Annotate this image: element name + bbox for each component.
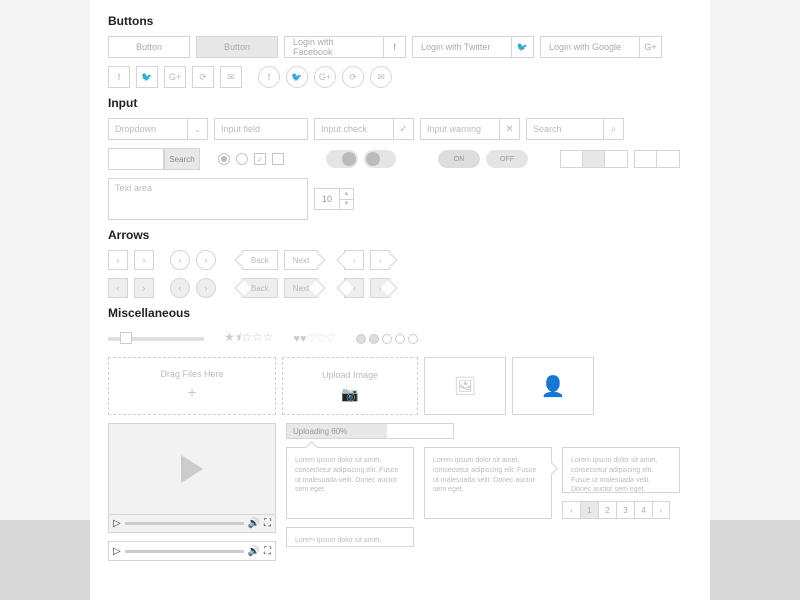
arrow-right-icon[interactable]: › [134, 250, 154, 270]
fullscreen-icon[interactable]: ⛶ [264, 518, 271, 529]
dropdown[interactable]: Dropdown⌄ [108, 118, 208, 140]
search-button[interactable]: Search [164, 148, 200, 170]
search-input[interactable] [108, 148, 164, 170]
arrow-left-icon[interactable]: ‹ [170, 278, 190, 298]
image-placeholder: 🖼 [424, 357, 506, 415]
image-upload[interactable]: Upload Image📷 [282, 357, 418, 415]
google-icon[interactable]: G+ [314, 66, 336, 88]
step-down-icon[interactable]: ▼ [340, 200, 353, 210]
pagination[interactable]: ‹ 1 2 3 4 › [562, 501, 680, 519]
rss-icon[interactable]: ⟳ [192, 66, 214, 88]
twitter-icon[interactable]: 🐦 [512, 36, 534, 58]
dot-rating[interactable] [356, 334, 418, 344]
input-valid[interactable]: Input check✓ [314, 118, 414, 140]
camera-icon: 📷 [341, 386, 358, 403]
toggle-off-labeled[interactable]: OFF [486, 150, 528, 168]
arrow-left-icon[interactable]: ‹ [344, 250, 364, 270]
search-icon[interactable]: ⌕ [604, 118, 624, 140]
arrow-left-icon[interactable]: ‹ [108, 250, 128, 270]
page-next[interactable]: › [652, 501, 670, 519]
heart-rating[interactable]: ♥♥♡♡♡ [293, 332, 336, 345]
button-secondary[interactable]: Button [196, 36, 278, 58]
toggle-on[interactable] [326, 150, 358, 168]
mail-icon[interactable]: ✉ [370, 66, 392, 88]
check-icon: ✓ [393, 119, 413, 139]
arrow-left-icon[interactable]: ‹ [108, 278, 128, 298]
chevron-down-icon: ⌄ [187, 119, 207, 139]
radio-unchecked[interactable] [236, 153, 248, 165]
next-button[interactable]: Next [284, 250, 318, 270]
arrow-right-icon[interactable]: › [196, 250, 216, 270]
search-input[interactable]: Search [526, 118, 604, 140]
facebook-icon[interactable]: f [108, 66, 130, 88]
file-dropzone[interactable]: Drag Files Here+ [108, 357, 276, 415]
arrow-right-icon[interactable]: › [370, 278, 390, 298]
rss-icon[interactable]: ⟳ [342, 66, 364, 88]
section-input: Input [108, 96, 692, 110]
play-small-icon[interactable]: ▷ [113, 518, 121, 529]
tooltip-left: Lorem ipsum dolor sit amet, consectetur … [562, 447, 680, 493]
arrow-left-icon[interactable]: ‹ [170, 250, 190, 270]
google-icon[interactable]: G+ [164, 66, 186, 88]
back-button[interactable]: Back [242, 278, 278, 298]
twitter-icon[interactable]: 🐦 [136, 66, 158, 88]
page-4[interactable]: 4 [634, 501, 652, 519]
arrow-right-icon[interactable]: › [370, 250, 390, 270]
button-default[interactable]: Button [108, 36, 190, 58]
volume-icon[interactable]: 🔊 [248, 518, 260, 529]
video-player[interactable]: ▷ 🔊 ⛶ [108, 423, 276, 533]
back-button[interactable]: Back [242, 250, 278, 270]
checkbox-unchecked[interactable] [272, 153, 284, 165]
facebook-icon[interactable]: f [258, 66, 280, 88]
segmented-control[interactable] [634, 150, 680, 168]
play-icon[interactable] [181, 455, 203, 483]
arrow-right-icon[interactable]: › [196, 278, 216, 298]
checkbox-checked[interactable]: ✓ [254, 153, 266, 165]
progress-bar[interactable] [125, 522, 244, 525]
progress-bar[interactable] [125, 550, 244, 553]
input-warning[interactable]: Input warning✕ [420, 118, 520, 140]
arrow-left-icon[interactable]: ‹ [344, 278, 364, 298]
page-2[interactable]: 2 [598, 501, 616, 519]
google-icon[interactable]: G+ [640, 36, 662, 58]
page-1[interactable]: 1 [580, 501, 598, 519]
login-twitter-button[interactable]: Login with Twitter [412, 36, 512, 58]
step-up-icon[interactable]: ▲ [340, 189, 353, 200]
text-input[interactable]: Input field [214, 118, 308, 140]
next-button[interactable]: Next [284, 278, 318, 298]
mail-icon[interactable]: ✉ [220, 66, 242, 88]
slider[interactable] [108, 337, 204, 341]
facebook-icon[interactable]: f [384, 36, 406, 58]
upload-progress: Uploading 60% [286, 423, 454, 439]
section-arrows: Arrows [108, 228, 692, 242]
volume-icon[interactable]: 🔊 [248, 546, 260, 557]
plus-icon: + [187, 385, 196, 403]
tooltip-top: Lorem ipsum dolor sit amet, consectetur … [286, 447, 414, 519]
audio-player[interactable]: ▷ 🔊 ⛶ [108, 541, 276, 561]
toggle-on-labeled[interactable]: ON [438, 150, 480, 168]
number-stepper[interactable]: 10▲▼ [314, 188, 354, 210]
login-google-button[interactable]: Login with Google [540, 36, 640, 58]
radio-checked[interactable] [218, 153, 230, 165]
textarea[interactable]: Text area [108, 178, 308, 220]
segmented-control[interactable] [560, 150, 628, 168]
avatar-placeholder: 👤 [512, 357, 594, 415]
tooltip-right: Lorem ipsum dolor sit amet, consectetur … [424, 447, 552, 519]
section-buttons: Buttons [108, 14, 692, 28]
play-small-icon[interactable]: ▷ [113, 546, 121, 557]
twitter-icon[interactable]: 🐦 [286, 66, 308, 88]
page-3[interactable]: 3 [616, 501, 634, 519]
tooltip-bottom: Lorem ipsum dolor sit amet, consectetur … [286, 527, 414, 547]
star-rating[interactable]: ★⯨☆☆☆ [224, 328, 273, 349]
section-misc: Miscellaneous [108, 306, 692, 320]
arrow-right-icon[interactable]: › [134, 278, 154, 298]
fullscreen-icon[interactable]: ⛶ [264, 546, 271, 557]
close-icon: ✕ [499, 119, 519, 139]
page-prev[interactable]: ‹ [562, 501, 580, 519]
toggle-off[interactable] [364, 150, 396, 168]
login-facebook-button[interactable]: Login with Facebook [284, 36, 384, 58]
